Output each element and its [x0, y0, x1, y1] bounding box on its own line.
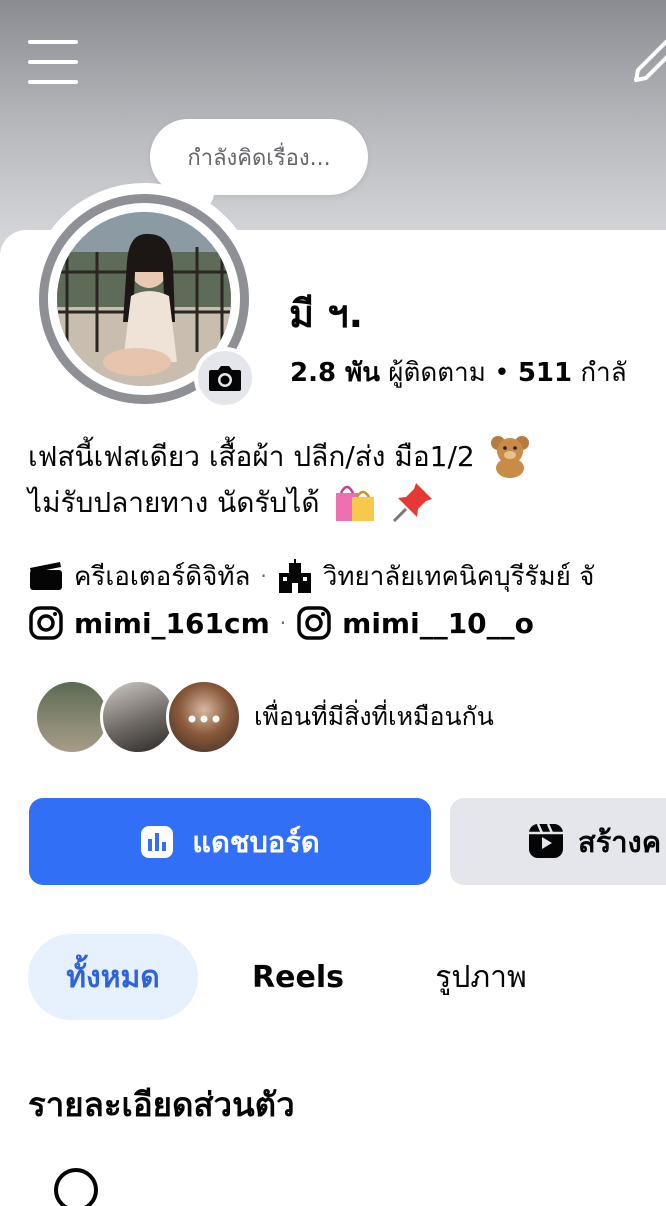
- creator-category: ครีเอเตอร์ดิจิทัล: [74, 561, 251, 592]
- followers-count: 2.8 พัน: [290, 358, 381, 388]
- clapperboard-icon: [28, 558, 64, 594]
- friend-avatar: [100, 679, 176, 755]
- friend-avatar: [34, 679, 110, 755]
- shopping-bags-icon: [335, 485, 374, 521]
- dashboard-button-label: แดชบอร์ด: [192, 824, 320, 859]
- edit-pencil-icon[interactable]: [628, 38, 666, 88]
- info-row-instagram: mimi_161cm · mimi__10__o: [28, 601, 534, 645]
- camera-icon: [209, 366, 241, 391]
- instagram-icon: [296, 605, 332, 641]
- profile-stats: 2.8 พัน ผู้ติดตาม • 511 กำลั: [290, 352, 627, 393]
- mutual-friends-row[interactable]: เพื่อนที่มีสิ่งที่เหมือนกัน: [34, 678, 494, 756]
- info-row-work-school: ครีเอเตอร์ดิจิทัล · วิทยาลัยเทคนิคบุรีรั…: [28, 554, 594, 598]
- details-row-partial: [52, 1166, 352, 1206]
- followers-label[interactable]: ผู้ติดตาม: [388, 358, 486, 388]
- pushpin-icon: [392, 483, 432, 523]
- school-building-icon: [277, 558, 313, 594]
- tab-photos[interactable]: รูปภาพ: [406, 934, 556, 1020]
- school-name[interactable]: วิทยาลัยเทคนิคบุรีรัมย์ จั: [323, 556, 595, 597]
- tab-all[interactable]: ทั้งหมด: [28, 934, 198, 1020]
- status-bubble-text: กำลังคิดเรื่อง...: [187, 145, 331, 171]
- profile-bio: เฟสนี้เฟสเดียว เสื้อผ้า ปลีก/ส่ง มือ1/2 …: [28, 433, 666, 525]
- bio-line-2: ไม่รับปลายทาง นัดรับได้: [28, 485, 320, 519]
- bio-line-1: เฟสนี้เฟสเดียว เสื้อผ้า ปลีก/ส่ง มือ1/2: [28, 439, 475, 473]
- friend-avatar-more: [166, 679, 242, 755]
- instagram-handle-1[interactable]: mimi_161cm: [74, 607, 270, 640]
- dashboard-chart-icon: [141, 825, 174, 858]
- create-button[interactable]: สร้างค: [450, 798, 666, 885]
- teddy-bear-icon: [490, 436, 529, 478]
- status-bubble[interactable]: กำลังคิดเรื่อง...: [150, 119, 368, 195]
- dashboard-button[interactable]: แดชบอร์ด: [29, 798, 431, 885]
- mutual-friends-label: เพื่อนที่มีสิ่งที่เหมือนกัน: [254, 702, 494, 731]
- menu-icon[interactable]: [28, 40, 78, 86]
- instagram-handle-2[interactable]: mimi__10__o: [342, 607, 534, 640]
- info-row-icon: [54, 1168, 98, 1206]
- instagram-icon: [28, 605, 64, 641]
- stats-separator: •: [494, 358, 518, 388]
- create-button-label: สร้างค: [578, 824, 662, 859]
- reels-icon: [529, 823, 563, 858]
- tab-reels[interactable]: Reels: [226, 934, 370, 1020]
- following-count: 511: [517, 358, 573, 388]
- profile-name: มี ฯ.: [289, 292, 364, 336]
- personal-details-heading: รายละเอียดส่วนตัว: [28, 1085, 295, 1124]
- following-label[interactable]: กำลั: [580, 358, 626, 388]
- more-dots-icon: [188, 715, 220, 723]
- change-photo-button[interactable]: [194, 347, 256, 409]
